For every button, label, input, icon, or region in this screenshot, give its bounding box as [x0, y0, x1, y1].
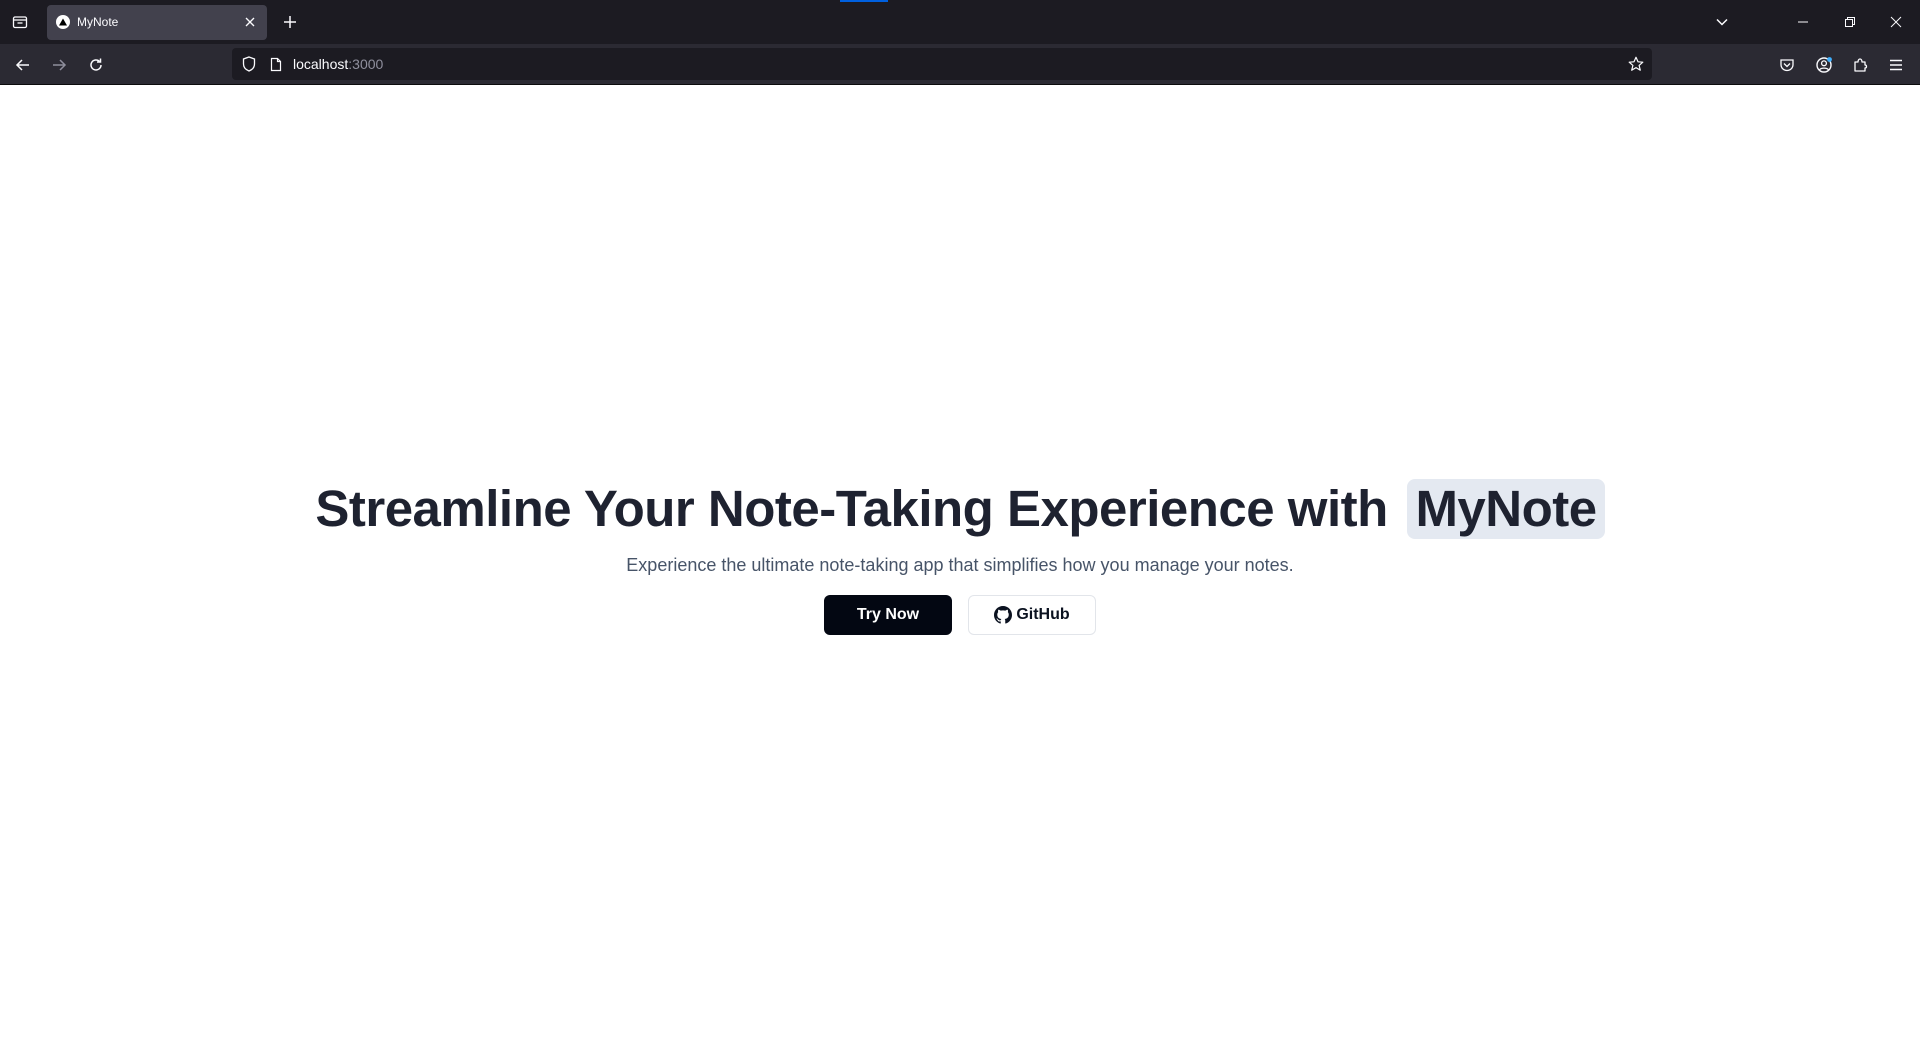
puzzle-icon[interactable]: [1847, 52, 1873, 78]
url-port: :3000: [348, 56, 384, 72]
tab-title: MyNote: [77, 15, 119, 29]
loading-indicator: [840, 0, 888, 2]
tab-list-icon[interactable]: [8, 10, 32, 34]
hero-title-text: Streamline Your Note-Taking Experience w…: [315, 480, 1388, 537]
github-button[interactable]: GitHub: [968, 595, 1096, 635]
account-icon[interactable]: [1811, 52, 1837, 78]
hero-title: Streamline Your Note-Taking Experience w…: [0, 479, 1920, 539]
hero-brand-highlight: MyNote: [1407, 479, 1605, 539]
back-arrow-icon[interactable]: [10, 52, 36, 78]
triangle-logo-icon: [56, 15, 70, 29]
github-button-label: GitHub: [1016, 606, 1070, 623]
close-icon[interactable]: [1884, 10, 1908, 34]
url-host: localhost: [293, 56, 349, 72]
github-icon: [994, 606, 1013, 624]
page-icon[interactable]: [268, 56, 284, 72]
close-icon[interactable]: [241, 13, 259, 31]
chevron-down-icon[interactable]: [1710, 10, 1734, 34]
reload-icon[interactable]: [83, 52, 109, 78]
minimize-icon[interactable]: [1791, 10, 1815, 34]
restore-icon[interactable]: [1838, 10, 1862, 34]
page-viewport: Streamline Your Note-Taking Experience w…: [0, 86, 1920, 1040]
hero-section: Streamline Your Note-Taking Experience w…: [0, 479, 1920, 635]
url-bar[interactable]: localhost:3000: [232, 48, 1652, 80]
browser-navbar: localhost:3000: [0, 44, 1920, 85]
pocket-icon[interactable]: [1774, 52, 1800, 78]
star-icon[interactable]: [1628, 56, 1644, 72]
hero-actions: Try Now GitHub: [0, 595, 1920, 635]
try-now-button[interactable]: Try Now: [824, 595, 952, 635]
url-text[interactable]: localhost:3000: [293, 56, 383, 72]
hamburger-menu-icon[interactable]: [1883, 52, 1909, 78]
shield-icon[interactable]: [241, 56, 257, 72]
forward-arrow-icon[interactable]: [46, 52, 72, 78]
plus-icon[interactable]: [279, 11, 301, 33]
browser-tabstrip: MyNote: [0, 0, 1920, 44]
active-tab[interactable]: MyNote: [47, 5, 267, 40]
hero-subtitle: Experience the ultimate note-taking app …: [626, 555, 1294, 575]
